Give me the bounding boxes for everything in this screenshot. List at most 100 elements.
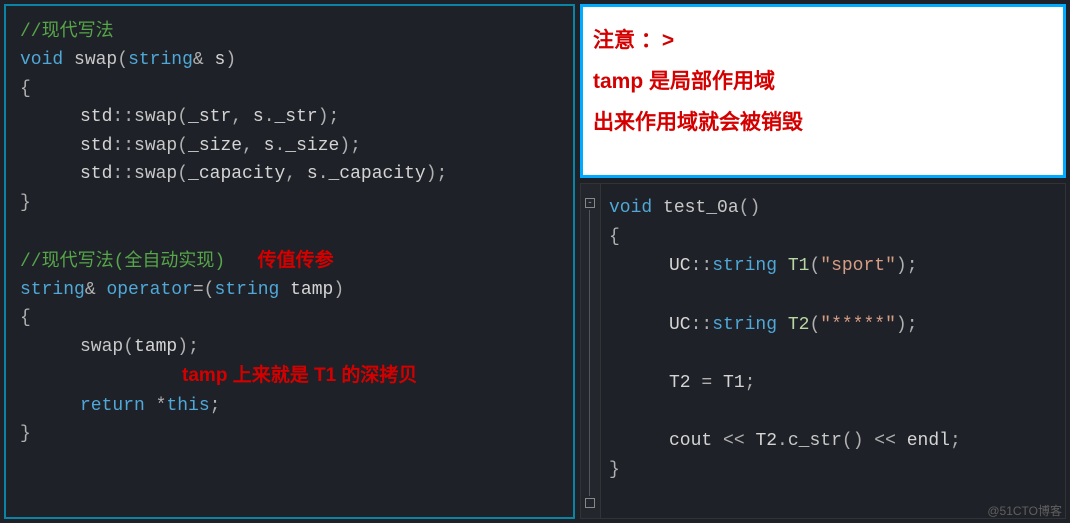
code-editor-left[interactable]: //现代写法 void swap(string& s) { std::swap(…: [4, 4, 575, 519]
watermark: @51CTO博客: [987, 502, 1062, 519]
fold-gutter[interactable]: -: [581, 184, 601, 518]
comma: ,: [242, 136, 264, 156]
star-this: *: [156, 396, 167, 416]
comma: ,: [231, 107, 253, 127]
code-line: {: [20, 304, 559, 332]
ns-std: std: [80, 164, 112, 184]
func-test: test_0a: [663, 198, 739, 218]
field-str: _str: [188, 107, 231, 127]
scope: ::: [691, 315, 713, 335]
annotation-deep-copy: tamp 上来就是 T1 的深拷贝: [182, 365, 417, 386]
param-s: s: [215, 50, 226, 70]
semi: ;: [745, 373, 756, 393]
lparen: (: [177, 164, 188, 184]
field-size: _size: [188, 136, 242, 156]
code-line: std::swap(_str, s._str);: [20, 103, 559, 131]
lbrace: {: [20, 308, 31, 328]
code-line: void swap(string& s): [20, 46, 559, 74]
var-t2: T2: [669, 373, 691, 393]
code-line: //现代写法: [20, 18, 559, 46]
code-line: std::swap(_size, s._size);: [20, 132, 559, 160]
note-line-2: tamp 是局部作用域: [593, 62, 1053, 103]
keyword-void: void: [609, 198, 652, 218]
amp: &: [85, 280, 96, 300]
string-stars: "*****": [820, 315, 896, 335]
rparen: ): [339, 136, 350, 156]
semi: ;: [188, 337, 199, 357]
type-string: string: [712, 315, 777, 335]
rparen: ): [225, 50, 236, 70]
dot: .: [264, 107, 275, 127]
lparen: (: [842, 431, 853, 451]
op-eq: =: [691, 373, 723, 393]
var-t2: T2: [788, 315, 810, 335]
lparen: (: [204, 280, 215, 300]
rparen: ): [853, 431, 864, 451]
type-string: string: [128, 50, 193, 70]
code-line: UC::string T2("*****");: [609, 311, 1057, 340]
call-swap: swap: [134, 136, 177, 156]
note-callout: 注意 ：> tamp 是局部作用域 出来作用域就会被销毁: [580, 4, 1066, 178]
ns-uc: UC: [669, 315, 691, 335]
scope: ::: [112, 107, 134, 127]
comma: ,: [285, 164, 307, 184]
type-string: string: [214, 280, 279, 300]
ns-std: std: [80, 136, 112, 156]
code-line: swap(tamp);: [20, 333, 559, 361]
rparen: ): [896, 256, 907, 276]
annotation-line: tamp 上来就是 T1 的深拷贝: [20, 361, 559, 391]
scope: ::: [112, 164, 134, 184]
code-line: {: [609, 223, 1057, 252]
semi: ;: [210, 396, 221, 416]
annotation-pass-by-value: 传值传参: [258, 250, 334, 271]
comment: //现代写法: [20, 22, 114, 42]
field-capacity: _capacity: [188, 164, 285, 184]
lparen: (: [809, 256, 820, 276]
field-capacity: _capacity: [329, 164, 426, 184]
field-size: _size: [285, 136, 339, 156]
rbrace: }: [20, 193, 31, 213]
endl: endl: [907, 431, 950, 451]
fold-line: [589, 210, 590, 496]
code-line: }: [20, 420, 559, 448]
fold-end-icon: [585, 498, 595, 508]
var-t1: T1: [723, 373, 745, 393]
blank-line: [609, 340, 1057, 369]
ns-std: std: [80, 107, 112, 127]
code-content: void test_0a() { UC::string T1("sport");…: [601, 184, 1065, 518]
semi: ;: [950, 431, 961, 451]
scope: ::: [691, 256, 713, 276]
func-swap: swap: [74, 50, 117, 70]
code-editor-right[interactable]: - void test_0a() { UC::string T1("sport"…: [580, 183, 1066, 519]
code-line: return *this;: [20, 392, 559, 420]
call-swap: swap: [134, 164, 177, 184]
blank-line: [609, 281, 1057, 310]
lparen: (: [177, 136, 188, 156]
code-line: //现代写法(全自动实现) 传值传参: [20, 246, 559, 276]
call-swap: swap: [134, 107, 177, 127]
obj-s: s: [264, 136, 275, 156]
lparen: (: [739, 198, 750, 218]
semi: ;: [437, 164, 448, 184]
cout: cout: [669, 431, 712, 451]
op-insert: <<: [864, 431, 907, 451]
code-line: T2 = T1;: [609, 369, 1057, 398]
amp: &: [193, 50, 204, 70]
rbrace: }: [609, 460, 620, 480]
code-line: }: [20, 189, 559, 217]
note-line-3: 出来作用域就会被销毁: [593, 103, 1053, 144]
keyword-operator: operator: [106, 280, 192, 300]
rbrace: }: [20, 424, 31, 444]
code-line: UC::string T1("sport");: [609, 252, 1057, 281]
dot: .: [318, 164, 329, 184]
semi: ;: [907, 256, 918, 276]
fold-toggle-minus-icon[interactable]: -: [585, 198, 595, 208]
op-assign: =: [193, 280, 204, 300]
rparen: ): [177, 337, 188, 357]
code-line: std::swap(_capacity, s._capacity);: [20, 160, 559, 188]
var-t2: T2: [755, 431, 777, 451]
call-swap: swap: [80, 337, 123, 357]
rparen: ): [749, 198, 760, 218]
var-t1: T1: [788, 256, 810, 276]
rparen: ): [896, 315, 907, 335]
